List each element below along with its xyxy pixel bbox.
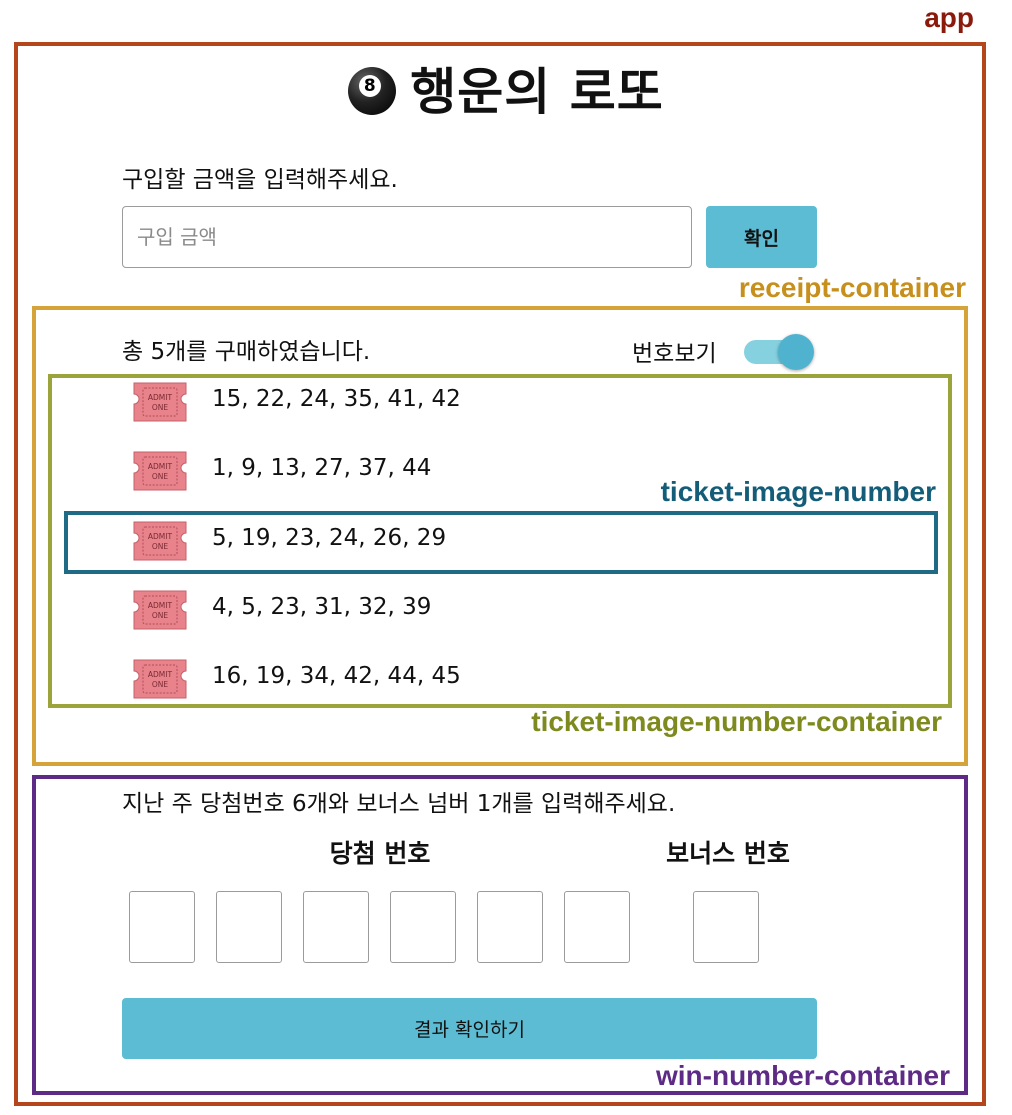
svg-text:ADMIT: ADMIT	[148, 462, 173, 471]
svg-text:ONE: ONE	[152, 611, 169, 620]
svg-text:ADMIT: ADMIT	[148, 670, 173, 679]
app-annotation-label: app	[924, 2, 974, 33]
admit-one-ticket-icon: ADMIT ONE	[130, 381, 190, 423]
purchase-amount-input[interactable]	[122, 206, 692, 268]
win-number-container-label: win-number-container	[655, 1060, 950, 1091]
8-ball-icon	[348, 67, 397, 115]
admit-one-ticket-icon: ADMIT ONE	[130, 450, 190, 492]
toggle-knob	[778, 334, 814, 370]
svg-text:ONE: ONE	[152, 542, 169, 551]
show-numbers-toggle[interactable]	[744, 332, 814, 372]
winning-number-input-6[interactable]	[564, 891, 630, 963]
admit-one-ticket-icon: ADMIT ONE	[130, 520, 190, 562]
winning-numbers-heading: 당첨 번호	[329, 839, 431, 868]
ticket-numbers: 16, 19, 34, 42, 44, 45	[212, 663, 461, 689]
svg-text:ONE: ONE	[152, 472, 169, 481]
show-numbers-label: 번호보기	[632, 341, 717, 367]
admit-one-ticket-icon: ADMIT ONE	[130, 658, 190, 700]
admit-one-ticket-icon: ADMIT ONE	[130, 589, 190, 631]
ticket-numbers: 4, 5, 23, 31, 32, 39	[212, 594, 432, 620]
page-title: 행운의 로또	[0, 52, 1012, 124]
purchase-count-text: 총 5개를 구매하였습니다.	[122, 339, 371, 365]
page-title-text: 행운의 로또	[410, 63, 664, 121]
ticket-numbers: 15, 22, 24, 35, 41, 42	[212, 386, 461, 412]
ticket-item: ADMIT ONE 5, 19, 23, 24, 26, 29	[120, 517, 640, 563]
receipt-container-label: receipt-container	[738, 272, 966, 303]
purchase-amount-label: 구입할 금액을 입력해주세요.	[122, 167, 398, 193]
svg-text:ADMIT: ADMIT	[148, 532, 173, 541]
ticket-numbers: 5, 19, 23, 24, 26, 29	[212, 525, 447, 551]
svg-text:ONE: ONE	[152, 680, 169, 689]
win-numbers-instructions: 지난 주 당첨번호 6개와 보너스 넘버 1개를 입력해주세요.	[122, 791, 676, 817]
ticket-item: ADMIT ONE 16, 19, 34, 42, 44, 45	[120, 655, 640, 701]
confirm-button[interactable]: 확인	[706, 206, 817, 268]
ticket-image-number-container-label: ticket-image-number-container	[531, 706, 942, 737]
winning-number-input-3[interactable]	[303, 891, 369, 963]
ticket-item: ADMIT ONE 4, 5, 23, 31, 32, 39	[120, 586, 640, 632]
winning-number-input-1[interactable]	[129, 891, 195, 963]
winning-number-input-4[interactable]	[390, 891, 456, 963]
winning-number-input-2[interactable]	[216, 891, 282, 963]
ticket-image-number-label: ticket-image-number	[660, 476, 936, 507]
svg-text:ONE: ONE	[152, 403, 169, 412]
winning-number-input-5[interactable]	[477, 891, 543, 963]
svg-text:ADMIT: ADMIT	[148, 601, 173, 610]
svg-text:ADMIT: ADMIT	[148, 393, 173, 402]
bonus-number-heading: 보너스 번호	[666, 839, 790, 868]
ticket-numbers: 1, 9, 13, 27, 37, 44	[212, 455, 432, 481]
bonus-number-input[interactable]	[693, 891, 759, 963]
ticket-item: ADMIT ONE 15, 22, 24, 35, 41, 42	[120, 378, 640, 424]
ticket-item: ADMIT ONE 1, 9, 13, 27, 37, 44	[120, 447, 640, 493]
check-result-button[interactable]: 결과 확인하기	[122, 998, 817, 1059]
